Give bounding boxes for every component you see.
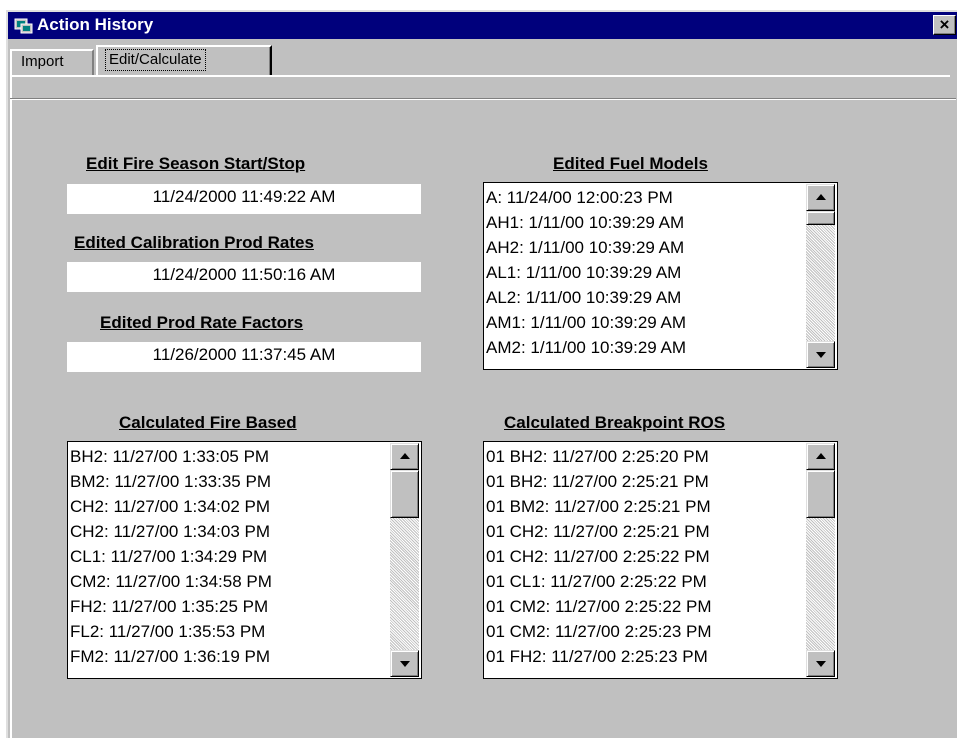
list-item[interactable]: AM1: 1/11/00 10:39:29 AM xyxy=(486,310,686,335)
list-item[interactable]: CH2: 11/27/00 1:34:02 PM xyxy=(70,494,272,519)
scroll-thumb[interactable] xyxy=(806,211,835,225)
list-item[interactable]: 01 CM2: 11/27/00 2:25:23 PM xyxy=(486,619,712,644)
list-item[interactable]: 01 CM2: 11/27/00 2:25:22 PM xyxy=(486,594,712,619)
calibration-value: 11/24/2000 11:50:16 AM xyxy=(67,262,421,292)
arrow-down-icon xyxy=(816,352,826,358)
app-icon xyxy=(14,18,33,34)
scroll-up-button[interactable] xyxy=(806,443,835,470)
list-item[interactable]: AH2: 1/11/00 10:39:29 AM xyxy=(486,235,686,260)
tab-import[interactable]: Import xyxy=(10,49,94,75)
breakpoint-ros-scrollbar[interactable] xyxy=(806,443,835,677)
list-item[interactable]: FM2: 11/27/00 1:36:19 PM xyxy=(70,644,272,669)
arrow-up-icon xyxy=(816,453,826,459)
prod-rate-factors-value: 11/26/2000 11:37:45 AM xyxy=(67,342,421,372)
fire-based-items: BH2: 11/27/00 1:33:05 PM BM2: 11/27/00 1… xyxy=(70,444,272,669)
list-item[interactable]: AL1: 1/11/00 10:39:29 AM xyxy=(486,260,686,285)
list-item[interactable]: CM2: 11/27/00 1:34:58 PM xyxy=(70,569,272,594)
scroll-up-button[interactable] xyxy=(806,184,835,211)
breakpoint-ros-items: 01 BH2: 11/27/00 2:25:20 PM 01 BH2: 11/2… xyxy=(486,444,712,669)
list-item[interactable]: FL2: 11/27/00 1:35:53 PM xyxy=(70,619,272,644)
list-item[interactable]: FH2: 11/27/00 1:35:25 PM xyxy=(70,594,272,619)
list-item[interactable]: BM2: 11/27/00 1:33:35 PM xyxy=(70,469,272,494)
list-item[interactable]: 01 FH2: 11/27/00 2:25:23 PM xyxy=(486,644,712,669)
list-item[interactable]: AM2: 1/11/00 10:39:29 AM xyxy=(486,335,686,360)
arrow-up-icon xyxy=(400,453,410,459)
list-item[interactable]: 01 BH2: 11/27/00 2:25:21 PM xyxy=(486,469,712,494)
tab-page-left-edge xyxy=(10,77,12,740)
fire-season-value: 11/24/2000 11:49:22 AM xyxy=(67,184,421,214)
list-item[interactable]: 01 CL1: 11/27/00 2:25:22 PM xyxy=(486,569,712,594)
fuel-models-list[interactable]: A: 11/24/00 12:00:23 PM AH1: 1/11/00 10:… xyxy=(483,182,838,370)
scroll-up-button[interactable] xyxy=(390,443,419,470)
list-item[interactable]: CL1: 11/27/00 1:34:29 PM xyxy=(70,544,272,569)
tab-edit-calculate[interactable]: Edit/Calculate xyxy=(96,45,272,77)
list-item[interactable]: 01 BM2: 11/27/00 2:25:21 PM xyxy=(486,494,712,519)
action-history-window: Action History × Import Edit/Calculate E… xyxy=(6,10,957,740)
close-button[interactable]: × xyxy=(933,15,956,35)
scroll-thumb[interactable] xyxy=(390,470,419,518)
list-item[interactable]: A: 11/24/00 12:00:23 PM xyxy=(486,185,686,210)
title-bar[interactable]: Action History × xyxy=(8,12,957,39)
fire-based-list[interactable]: BH2: 11/27/00 1:33:05 PM BM2: 11/27/00 1… xyxy=(67,441,422,679)
list-item[interactable]: BH2: 11/27/00 1:33:05 PM xyxy=(70,444,272,469)
tab-page-top-edge xyxy=(10,75,950,79)
tab-edit-calculate-label: Edit/Calculate xyxy=(105,49,206,71)
fuel-models-heading: Edited Fuel Models xyxy=(553,154,708,173)
calibration-heading: Edited Calibration Prod Rates xyxy=(74,233,314,252)
list-item[interactable]: AH1: 1/11/00 10:39:29 AM xyxy=(486,210,686,235)
breakpoint-ros-heading: Calculated Breakpoint ROS xyxy=(504,413,726,432)
fire-season-heading: Edit Fire Season Start/Stop xyxy=(86,154,306,173)
scroll-down-button[interactable] xyxy=(806,650,835,677)
list-item[interactable]: 01 CH2: 11/27/00 2:25:22 PM xyxy=(486,544,712,569)
scroll-down-button[interactable] xyxy=(390,650,419,677)
scroll-down-button[interactable] xyxy=(806,341,835,368)
list-item[interactable]: 01 BH2: 11/27/00 2:25:20 PM xyxy=(486,444,712,469)
breakpoint-ros-list[interactable]: 01 BH2: 11/27/00 2:25:20 PM 01 BH2: 11/2… xyxy=(483,441,838,679)
window-title: Action History xyxy=(37,15,154,34)
close-icon: × xyxy=(939,15,950,34)
arrow-down-icon xyxy=(816,661,826,667)
arrow-up-icon xyxy=(816,194,826,200)
arrow-down-icon xyxy=(400,661,410,667)
fuel-models-items: A: 11/24/00 12:00:23 PM AH1: 1/11/00 10:… xyxy=(486,185,686,360)
list-item[interactable]: 01 CH2: 11/27/00 2:25:21 PM xyxy=(486,519,712,544)
list-item[interactable]: AL2: 1/11/00 10:39:29 AM xyxy=(486,285,686,310)
fire-based-heading: Calculated Fire Based xyxy=(119,413,297,432)
prod-rate-factors-heading: Edited Prod Rate Factors xyxy=(100,313,304,332)
fire-based-scrollbar[interactable] xyxy=(390,443,419,677)
tab-import-label: Import xyxy=(21,53,64,70)
scroll-thumb[interactable] xyxy=(806,470,835,518)
fuel-models-scrollbar[interactable] xyxy=(806,184,835,368)
list-item[interactable]: CH2: 11/27/00 1:34:03 PM xyxy=(70,519,272,544)
tab-page-divider xyxy=(10,98,956,100)
